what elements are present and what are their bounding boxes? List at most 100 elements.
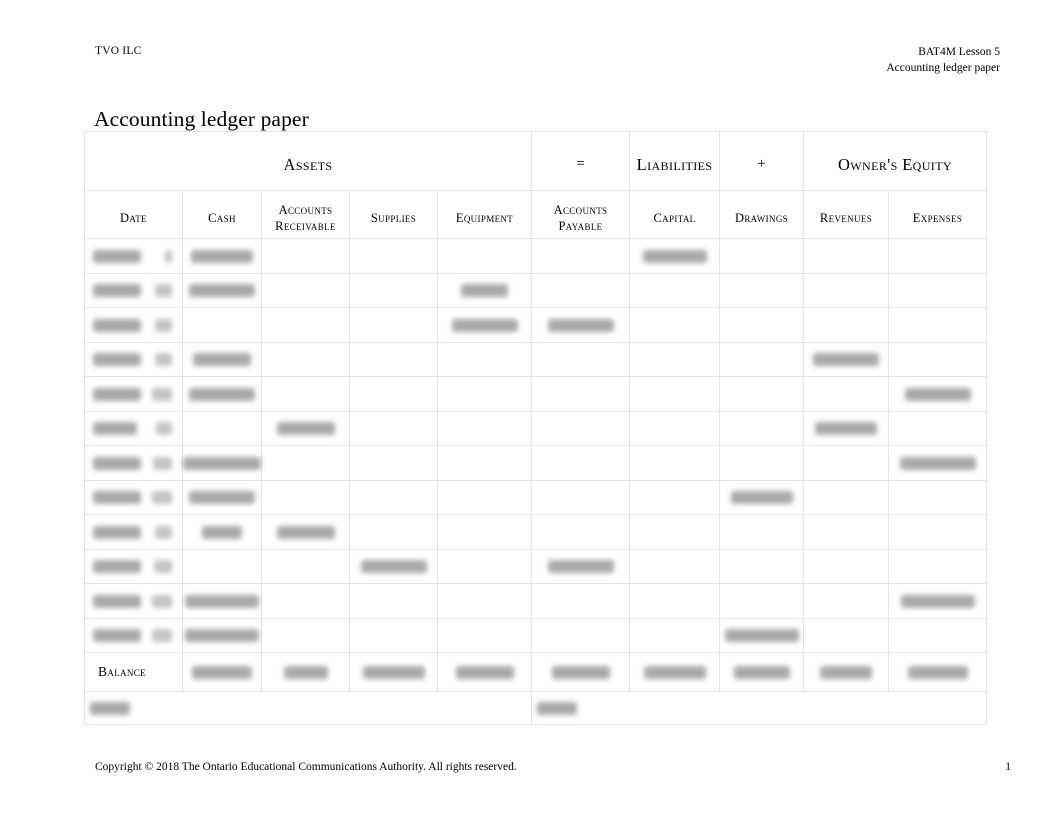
redacted-value <box>461 284 508 298</box>
redacted-value <box>93 353 141 367</box>
redacted-value <box>155 284 172 298</box>
redacted-value <box>93 318 141 332</box>
running-head-right-line2: Accounting ledger paper <box>886 62 1000 74</box>
redacted-value <box>276 422 335 436</box>
cell-expenses <box>888 445 987 481</box>
running-head-right: BAT4M Lesson 5 Accounting ledger paper <box>886 44 1000 76</box>
redacted-value <box>152 491 172 505</box>
cell-accounts-receivable <box>261 548 350 584</box>
cell-drawings <box>719 617 804 653</box>
cell-supplies <box>349 238 438 274</box>
ledger-column-header-row: Date Cash Accounts Receivable Supplies E… <box>84 190 987 239</box>
cell-cash <box>182 583 262 619</box>
redacted-value <box>451 318 518 332</box>
redacted-value <box>191 249 253 263</box>
footer-divider <box>95 748 967 749</box>
cell-cash <box>182 307 262 343</box>
redacted-value <box>154 560 172 574</box>
redacted-value <box>185 629 259 643</box>
cell-capital <box>629 445 720 481</box>
redacted-value <box>152 387 172 401</box>
column-header-date: Date <box>84 190 183 239</box>
cell-accounts-payable <box>531 272 630 308</box>
cell-expenses <box>888 272 987 308</box>
tail-cell-left <box>84 691 532 725</box>
group-header-plus: + <box>719 131 804 191</box>
column-header-date-line1: Date <box>120 210 147 225</box>
table-row-balance: Balance <box>84 652 987 692</box>
redacted-value <box>362 665 425 679</box>
column-header-expenses: Expenses <box>888 190 987 239</box>
redacted-value <box>360 560 427 574</box>
cell-revenues <box>803 548 889 584</box>
cell-expenses <box>888 376 987 412</box>
column-header-accounts-payable: Accounts Payable <box>531 190 630 239</box>
cell-revenues <box>803 445 889 481</box>
redacted-value <box>90 701 130 715</box>
cell-revenues <box>803 238 889 274</box>
cell-cash <box>182 548 262 584</box>
redacted-value <box>643 665 706 679</box>
cell-expenses <box>888 479 987 515</box>
cell-revenues <box>803 479 889 515</box>
column-header-revenues-line1: Revenues <box>819 210 873 225</box>
redacted-value <box>283 665 328 679</box>
cell-accounts-payable <box>531 583 630 619</box>
redacted-value <box>192 665 252 679</box>
cell-capital <box>629 341 720 377</box>
cell-capital <box>629 479 720 515</box>
cell-expenses <box>888 514 987 550</box>
cell-revenues <box>803 617 889 653</box>
redacted-value <box>93 594 141 608</box>
cell-capital <box>629 238 720 274</box>
group-header-owners-equity: Owner's Equity <box>803 131 987 191</box>
cell-supplies <box>349 548 438 584</box>
redacted-value <box>93 629 141 643</box>
redacted-value <box>189 387 255 401</box>
table-row <box>84 479 987 515</box>
column-header-capital-line1: Capital <box>653 210 696 225</box>
column-header-equipment: Equipment <box>437 190 532 239</box>
redacted-value <box>815 422 877 436</box>
cell-date <box>84 617 183 653</box>
cell-date <box>84 479 183 515</box>
group-header-assets: Assets <box>84 131 532 191</box>
redacted-value <box>93 525 141 539</box>
column-header-drawings: Drawings <box>719 190 804 239</box>
cell-capital <box>629 272 720 308</box>
cell-accounts-receivable <box>261 238 350 274</box>
table-row <box>84 583 987 619</box>
column-header-cash: Cash <box>182 190 262 239</box>
footer-page-number: 1 <box>1005 761 1011 773</box>
tail-cell-right <box>531 691 987 725</box>
cell-expenses <box>888 583 987 619</box>
cell-date <box>84 376 183 412</box>
cell-accounts-receivable <box>261 307 350 343</box>
table-row <box>84 410 987 446</box>
cell-accounts-payable <box>531 341 630 377</box>
redacted-value <box>547 560 614 574</box>
cell-supplies <box>349 617 438 653</box>
cell-drawings <box>719 583 804 619</box>
balance-cell-drawings <box>719 652 804 692</box>
cell-accounts-receivable <box>261 583 350 619</box>
cell-capital <box>629 514 720 550</box>
cell-revenues <box>803 376 889 412</box>
cell-date <box>84 410 183 446</box>
cell-expenses <box>888 548 987 584</box>
cell-accounts-receivable <box>261 376 350 412</box>
column-header-revenues: Revenues <box>803 190 889 239</box>
cell-cash <box>182 445 262 481</box>
redacted-value <box>93 284 141 298</box>
cell-equipment <box>437 479 532 515</box>
column-header-cash-line1: Cash <box>208 210 236 225</box>
balance-cell-cash <box>182 652 262 692</box>
cell-supplies <box>349 479 438 515</box>
cell-revenues <box>803 514 889 550</box>
redacted-value <box>189 284 255 298</box>
redacted-value <box>152 594 172 608</box>
table-row <box>84 376 987 412</box>
cell-accounts-payable <box>531 479 630 515</box>
redacted-value <box>93 422 137 436</box>
redacted-value <box>155 318 172 332</box>
